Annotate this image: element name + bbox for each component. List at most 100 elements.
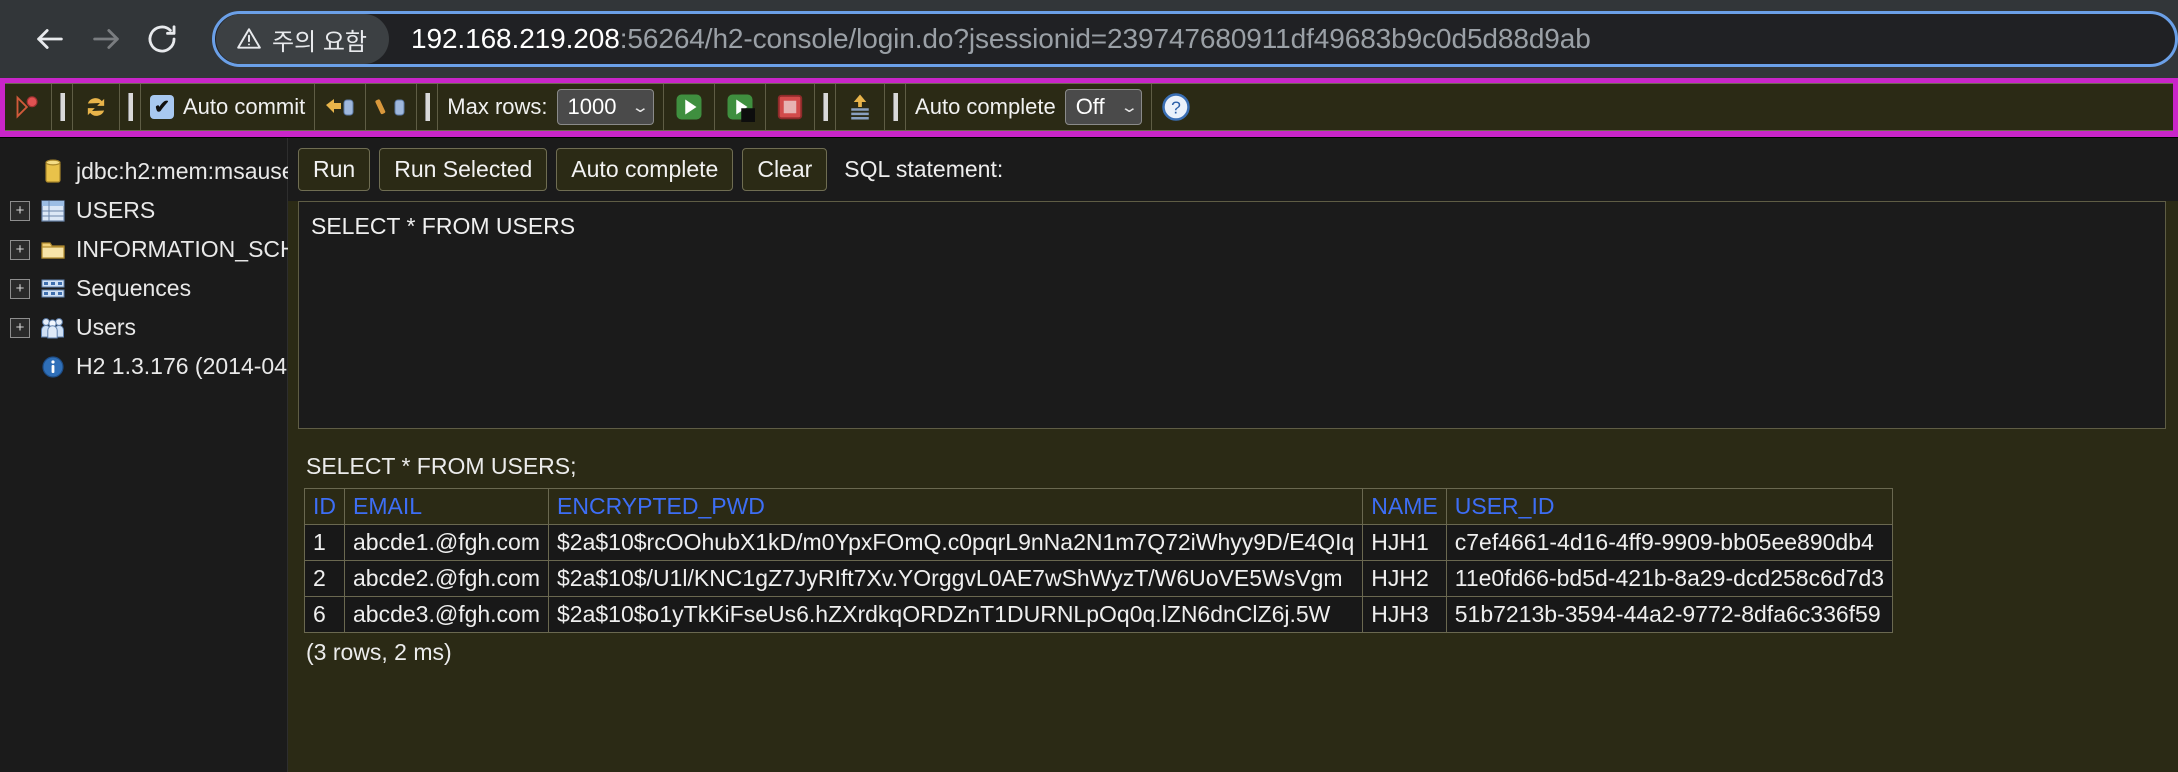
column-header-name[interactable]: NAME [1362, 488, 1447, 525]
toolbar-separator [815, 84, 837, 130]
tree-item-sequences[interactable]: + Sequences [0, 269, 287, 308]
cell-user-id: 51b7213b-3594-44a2-9772-8dfa6c336f59 [1445, 596, 1894, 633]
tree-item-users-group[interactable]: + Users [0, 308, 287, 347]
security-status-label: 주의 요함 [272, 28, 367, 56]
stop-button[interactable] [766, 84, 816, 130]
cell-id: 1 [304, 524, 345, 561]
table-header-row: ID EMAIL ENCRYPTED_PWD NAME USER_ID [304, 488, 1894, 525]
help-button[interactable]: ? [1152, 84, 1200, 130]
auto-complete-label: Auto complete [915, 94, 1056, 119]
cell-name: HJH2 [1362, 560, 1447, 597]
expander-icon[interactable]: + [10, 278, 30, 299]
table-row: 2 abcde2.@fgh.com $2a$10$/U1l/KNC1gZ7JyR… [304, 560, 1894, 597]
column-header-id[interactable]: ID [304, 488, 345, 525]
warning-triangle-icon [237, 28, 261, 49]
cell-name: HJH3 [1362, 596, 1447, 633]
reload-button[interactable] [134, 11, 190, 67]
expander-icon[interactable]: + [10, 200, 30, 221]
run-selected-icon [727, 94, 756, 122]
rollback-button[interactable] [366, 84, 418, 130]
clear-button-toolbar[interactable] [836, 84, 886, 130]
url-path: :56264/h2-console/login.do?jsessionid=23… [619, 23, 1591, 54]
tree-item-label: jdbc:h2:mem:msauser [76, 158, 303, 184]
sql-workspace: Run Run Selected Auto complete Clear SQL… [288, 138, 2178, 772]
auto-complete-group: Auto complete Off ⌄ [906, 84, 1153, 130]
cell-user-id: c7ef4661-4d16-4ff9-9909-bb05ee890db4 [1445, 524, 1894, 561]
toolbar-separator [885, 84, 907, 130]
chevron-down-icon: ⌄ [631, 99, 651, 116]
result-table: ID EMAIL ENCRYPTED_PWD NAME USER_ID 1 ab… [304, 488, 1894, 633]
auto-complete-button[interactable]: Auto complete [556, 148, 734, 191]
column-header-email[interactable]: EMAIL [343, 488, 550, 525]
browser-toolbar: 주의 요함 192.168.219.208:56264/h2-console/l… [0, 0, 2178, 78]
table-row: 6 abcde3.@fgh.com $2a$10$o1yTkKiFseUs6.h… [304, 596, 1894, 633]
main-area: jdbc:h2:mem:msauser + USERS + INFORMATIO… [0, 138, 2178, 772]
database-cylinder-icon [40, 158, 66, 185]
h2-toolbar: ✔ Auto commit Max rows: 1000 ⌄ Auto comp… [5, 83, 2173, 131]
commit-button[interactable] [315, 84, 367, 130]
tree-item-connection[interactable]: jdbc:h2:mem:msauser [0, 152, 302, 191]
sql-statement-label: SQL statement: [844, 156, 1004, 182]
max-rows-group: Max rows: 1000 ⌄ [438, 84, 665, 130]
column-header-encrypted-pwd[interactable]: ENCRYPTED_PWD [548, 488, 1364, 525]
cell-encrypted-pwd: $2a$10$/U1l/KNC1gZ7JyRIft7Xv.YOrggvL0AE7… [548, 560, 1364, 597]
toolbar-separator [52, 84, 73, 130]
result-footer: (3 rows, 2 ms) [306, 639, 452, 665]
cell-email: abcde3.@fgh.com [343, 596, 550, 633]
users-group-icon [40, 315, 66, 341]
database-tree: jdbc:h2:mem:msauser + USERS + INFORMATIO… [0, 138, 346, 772]
expander-icon[interactable]: + [10, 239, 30, 260]
max-rows-value: 1000 [567, 94, 617, 119]
arrow-left-icon [37, 29, 63, 49]
arrow-right-icon [93, 29, 119, 49]
security-status-chip[interactable]: 주의 요함 [216, 14, 389, 64]
run-selected-button[interactable]: Run Selected [379, 148, 548, 191]
disconnect-icon [16, 95, 38, 119]
toolbar-separator [120, 84, 141, 130]
url-text: 192.168.219.208:56264/h2-console/login.d… [411, 23, 1591, 55]
clear-icon [851, 94, 869, 120]
url-host: 192.168.219.208 [411, 23, 620, 54]
cell-id: 2 [304, 560, 345, 597]
auto-complete-value: Off [1075, 94, 1105, 119]
tree-item-users-table[interactable]: + USERS [0, 191, 287, 230]
run-button[interactable]: Run [298, 148, 371, 191]
cell-encrypted-pwd: $2a$10$o1yTkKiFseUs6.hZXrdkqORDZnT1DURNL… [548, 596, 1364, 633]
cell-email: abcde1.@fgh.com [343, 524, 550, 561]
cell-user-id: 11e0fd66-bd5d-421b-8a29-dcd258c6d7d3 [1445, 560, 1894, 597]
rollback-icon [375, 99, 405, 116]
table-row: 1 abcde1.@fgh.com $2a$10$rcOOhubX1kD/m0Y… [304, 524, 1894, 561]
sql-button-bar: Run Run Selected Auto complete Clear SQL… [288, 138, 2178, 201]
expander-icon[interactable]: + [10, 317, 30, 338]
tree-item-label: Users [76, 314, 137, 340]
back-button[interactable] [22, 11, 78, 67]
auto-commit-toggle[interactable]: ✔ Auto commit [141, 84, 316, 130]
sequences-icon [40, 276, 66, 302]
forward-button[interactable] [78, 11, 134, 67]
auto-commit-checkbox[interactable]: ✔ [150, 95, 174, 119]
folder-icon [40, 237, 66, 263]
refresh-button[interactable] [73, 84, 120, 130]
cell-name: HJH1 [1362, 524, 1447, 561]
run-selected-button-toolbar[interactable] [715, 84, 767, 130]
cell-encrypted-pwd: $2a$10$rcOOhubX1kD/m0YpxFOmQ.c0pqrL9nNa2… [548, 524, 1364, 561]
disconnect-button[interactable] [5, 84, 52, 130]
clear-button[interactable]: Clear [742, 148, 828, 191]
tree-item-version: H2 1.3.176 (2014-04-05) [0, 347, 328, 386]
tree-item-information-schema[interactable]: + INFORMATION_SCHEMA [0, 230, 346, 269]
svg-text:?: ? [1171, 97, 1181, 117]
sql-editor[interactable]: SELECT * FROM USERS [298, 201, 2166, 429]
tree-item-label: USERS [76, 197, 156, 223]
auto-complete-select[interactable]: Off ⌄ [1064, 89, 1143, 125]
address-bar[interactable]: 주의 요함 192.168.219.208:56264/h2-console/l… [212, 11, 2178, 67]
max-rows-label: Max rows: [447, 94, 548, 119]
column-header-user-id[interactable]: USER_ID [1445, 488, 1894, 525]
toolbar-separator [417, 84, 439, 130]
run-icon [676, 94, 702, 120]
max-rows-select[interactable]: 1000 ⌄ [556, 89, 655, 125]
auto-commit-label: Auto commit [183, 94, 306, 119]
cell-id: 6 [304, 596, 345, 633]
run-button-toolbar[interactable] [664, 84, 716, 130]
stop-icon [777, 94, 803, 120]
h2-toolbar-frame: ✔ Auto commit Max rows: 1000 ⌄ Auto comp… [0, 78, 2178, 138]
